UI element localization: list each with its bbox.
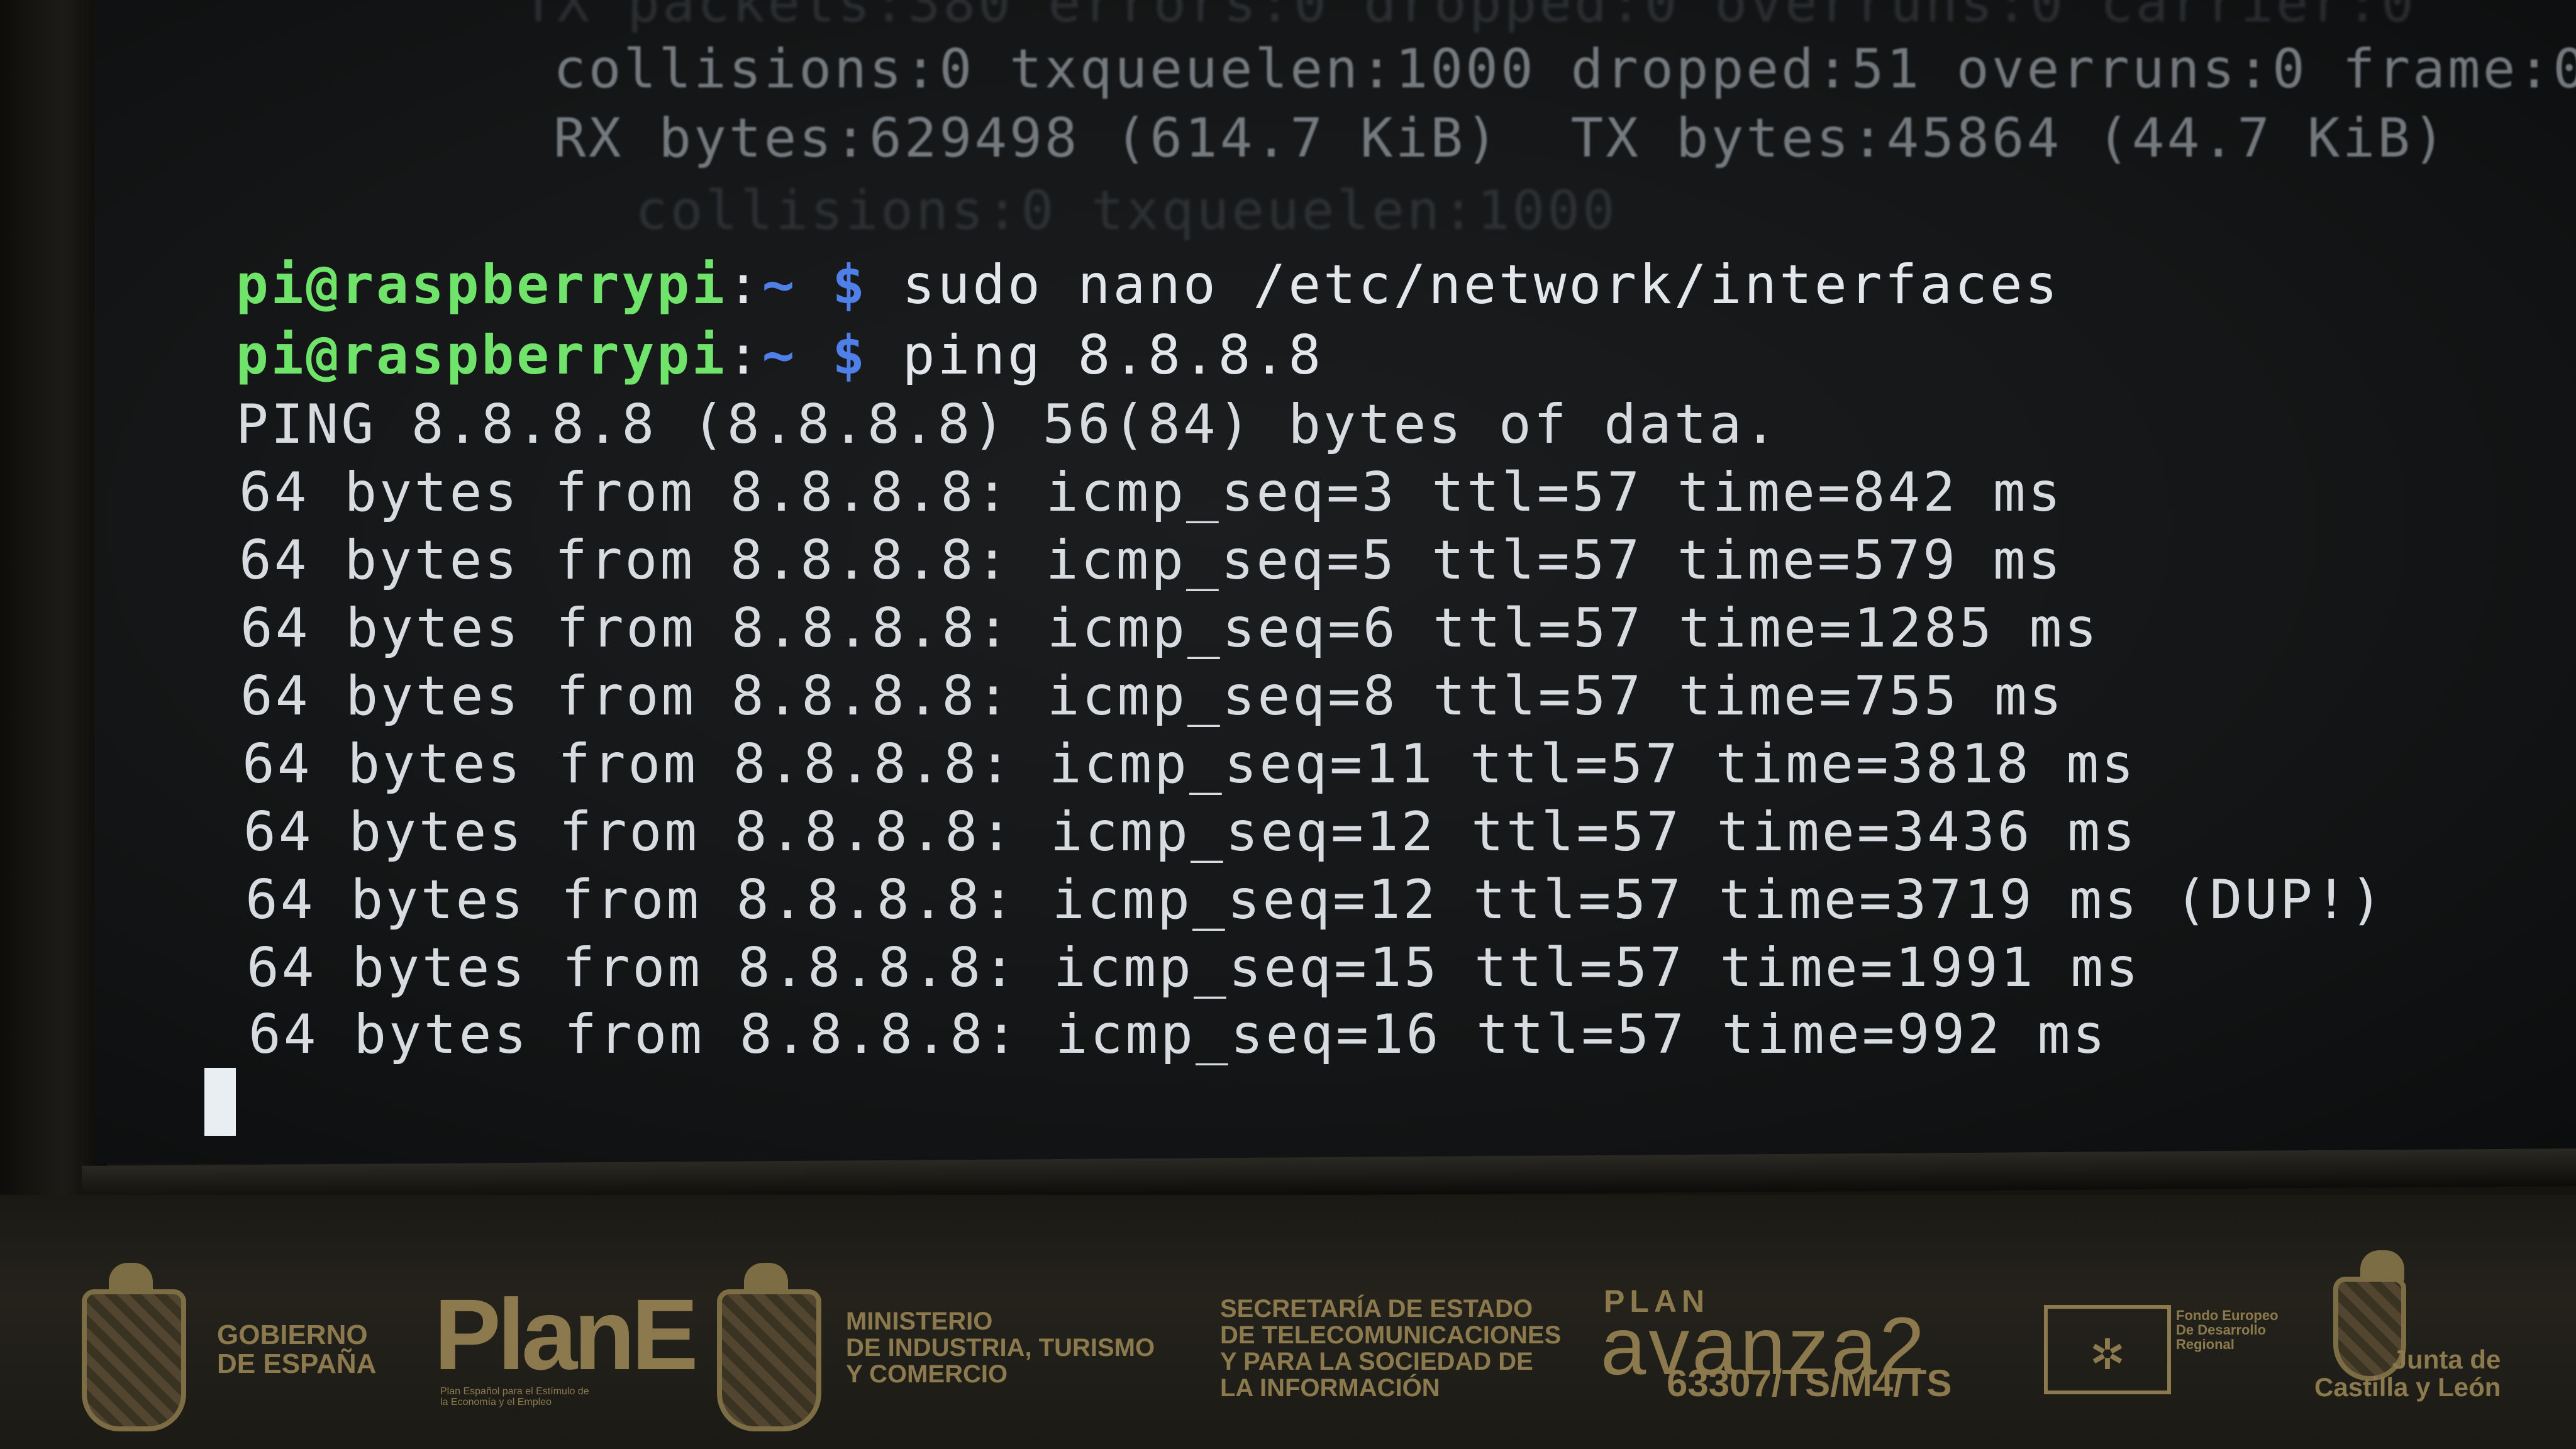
command-text: ping 8.8.8.8 bbox=[902, 324, 1324, 387]
eu-flag-icon: ✲ bbox=[2044, 1305, 2171, 1394]
ping-reply: 64 bytes from 8.8.8.8: icmp_seq=12 ttl=5… bbox=[245, 869, 2385, 931]
prompt-user: pi@raspberrypi bbox=[236, 324, 727, 387]
spain-crest-icon bbox=[82, 1263, 186, 1431]
ghost-line: collisions:0 txqueuelen:1000 dropped:51 … bbox=[553, 38, 2576, 101]
ping-reply: 64 bytes from 8.8.8.8: icmp_seq=6 ttl=57… bbox=[240, 597, 2100, 660]
feder-text: Fondo Europeo De Desarrollo Regional bbox=[2176, 1307, 2279, 1353]
ghost-line: RX bytes:629498 (614.7 KiB) TX bytes:458… bbox=[553, 107, 2448, 170]
ping-reply: 64 bytes from 8.8.8.8: icmp_seq=16 ttl=5… bbox=[248, 1003, 2108, 1066]
prompt-path: ~ $ bbox=[762, 253, 867, 316]
command-text: sudo nano /etc/network/interfaces bbox=[902, 253, 2060, 316]
ghost-line: collisions:0 txqueuelen:1000 bbox=[635, 179, 1618, 242]
prompt-user: pi@raspberrypi bbox=[236, 253, 727, 316]
prompt-separator: : bbox=[726, 253, 762, 316]
terminal-cursor bbox=[204, 1068, 236, 1136]
ping-reply: 64 bytes from 8.8.8.8: icmp_seq=15 ttl=5… bbox=[247, 936, 2141, 999]
ping-reply: 64 bytes from 8.8.8.8: icmp_seq=5 ttl=57… bbox=[239, 529, 2063, 592]
prompt-line: pi@raspberrypi:~ $ sudo nano /etc/networ… bbox=[236, 253, 2060, 316]
prompt-line: pi@raspberrypi:~ $ ping 8.8.8.8 bbox=[236, 324, 1323, 387]
junta-text: Junta de Castilla y León bbox=[2314, 1345, 2501, 1402]
spain-crest-icon bbox=[717, 1263, 821, 1431]
monitor-bezel-left bbox=[0, 0, 107, 1214]
gobierno-espana-text: GOBIERNO DE ESPAÑA bbox=[217, 1319, 377, 1380]
avanza-code: 63307/TS/M4/TS bbox=[1667, 1362, 1952, 1404]
ministerio-text: MINISTERIO DE INDUSTRIA, TURISMO Y COMER… bbox=[846, 1307, 1155, 1388]
ping-header: PING 8.8.8.8 (8.8.8.8) 56(84) bytes of d… bbox=[236, 393, 1780, 456]
prompt-separator: : bbox=[726, 324, 762, 387]
ping-reply: 64 bytes from 8.8.8.8: icmp_seq=3 ttl=57… bbox=[239, 461, 2063, 524]
plane-subtitle: Plan Español para el Estímulo de la Econ… bbox=[440, 1386, 589, 1407]
sponsor-logo-strip: GOBIERNO DE ESPAÑA PlanE Plan Español pa… bbox=[0, 1250, 2576, 1431]
plane-logo: PlanE bbox=[434, 1278, 699, 1391]
prompt-path: ~ $ bbox=[762, 324, 867, 387]
ping-reply: 64 bytes from 8.8.8.8: icmp_seq=8 ttl=57… bbox=[240, 665, 2065, 728]
ping-reply: 64 bytes from 8.8.8.8: icmp_seq=11 ttl=5… bbox=[242, 733, 2136, 796]
terminal-screen[interactable]: TX packets:380 errors:0 dropped:0 overru… bbox=[94, 0, 2576, 1163]
ghost-line: TX packets:380 errors:0 dropped:0 overru… bbox=[522, 0, 2416, 35]
terminal-output[interactable]: TX packets:380 errors:0 dropped:0 overru… bbox=[145, 0, 2576, 1157]
secretaria-text: SECRETARÍA DE ESTADO DE TELECOMUNICACION… bbox=[1220, 1295, 1562, 1402]
ping-reply: 64 bytes from 8.8.8.8: icmp_seq=12 ttl=5… bbox=[243, 801, 2138, 863]
